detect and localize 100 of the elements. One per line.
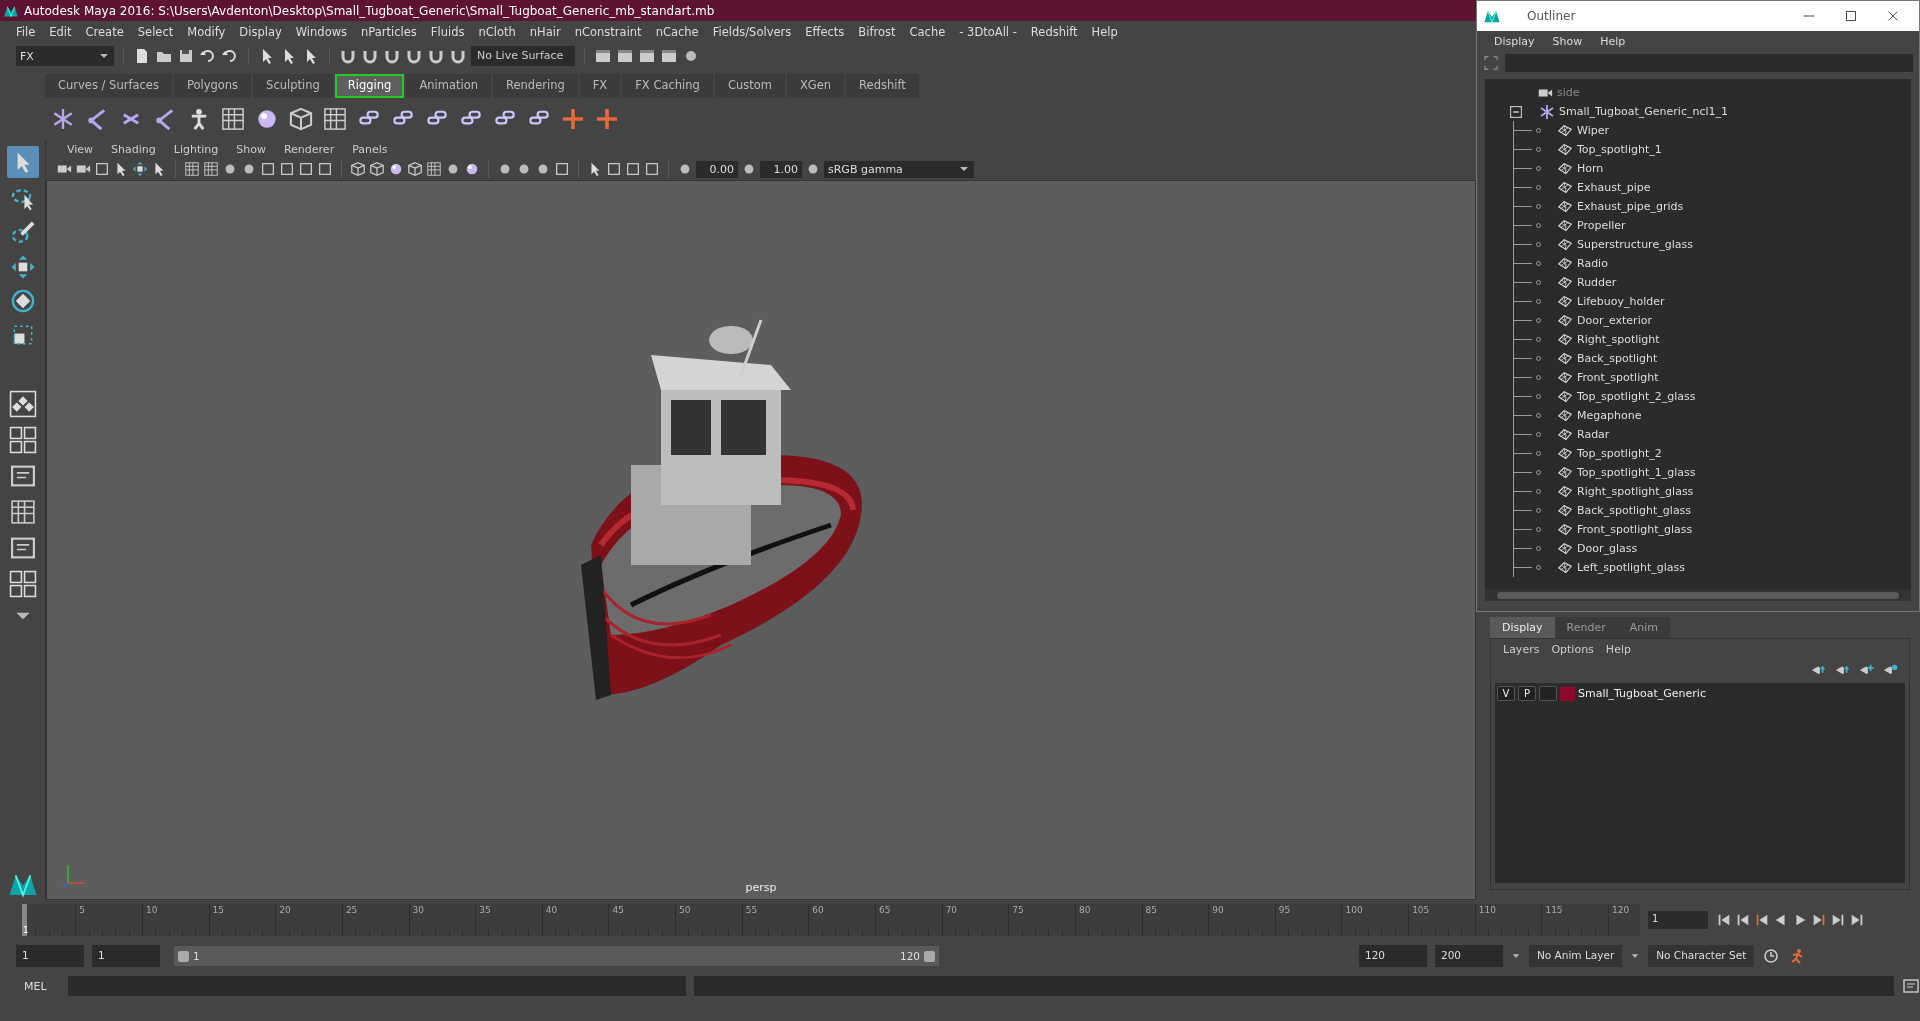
current-time-marker[interactable] — [22, 904, 27, 936]
menu-item[interactable]: Effects — [798, 24, 852, 39]
outliner-item[interactable]: Exhaust_pipe — [1577, 181, 1651, 194]
outliner-item[interactable]: Radio — [1577, 257, 1608, 270]
character-set-dropdown[interactable]: No Character Set — [1648, 945, 1755, 967]
menu-item[interactable]: Bifrost — [851, 24, 903, 39]
end-frame-field[interactable]: 200 — [1435, 945, 1503, 967]
square-toggle-icon[interactable] — [279, 161, 295, 177]
outliner-item[interactable]: Door_glass — [1577, 542, 1638, 555]
shelf-tab[interactable]: Animation — [406, 74, 491, 98]
outliner-item[interactable]: Rudder — [1577, 276, 1617, 289]
menu-set-dropdown[interactable]: FX — [16, 46, 114, 66]
filter-icon[interactable] — [1483, 55, 1499, 71]
menu-item[interactable]: Display — [232, 24, 289, 39]
search-field[interactable] — [1505, 54, 1913, 72]
shading-mode-icon[interactable] — [369, 161, 385, 177]
menu-item[interactable]: Show — [1543, 34, 1592, 48]
move-tool-icon[interactable] — [9, 254, 36, 280]
square-toggle-icon[interactable] — [298, 161, 314, 177]
editors-layout-icon[interactable] — [8, 570, 37, 598]
display-toggle-icon[interactable] — [554, 161, 570, 177]
shelf-tab[interactable]: XGen — [786, 74, 845, 98]
outliner-item[interactable]: Back_spotlight_glass — [1577, 504, 1692, 517]
live-surface-field[interactable]: No Live Surface — [471, 46, 575, 66]
menu-item[interactable]: Options — [1545, 642, 1600, 656]
outliner-item[interactable]: Small_Tugboat_Generic_ncl1_1 — [1559, 105, 1729, 118]
shading-mode-icon[interactable] — [426, 161, 442, 177]
menu-item[interactable]: nCloth — [471, 24, 523, 39]
lasso-tool-icon[interactable] — [9, 186, 36, 212]
outliner-item[interactable]: Right_spotlight — [1577, 333, 1660, 346]
editor-tab[interactable]: Anim — [1617, 617, 1670, 638]
panel-menu-item[interactable]: Show — [227, 142, 275, 156]
script-language-toggle[interactable]: MEL — [24, 979, 60, 993]
square-toggle-icon[interactable] — [260, 161, 276, 177]
grid-toggle-icon[interactable] — [184, 161, 200, 177]
outliner-item[interactable]: Door_exterior — [1577, 314, 1652, 327]
four-view-layout-icon[interactable] — [8, 426, 37, 454]
outliner-item[interactable]: Lifebuoy_holder — [1577, 295, 1665, 308]
panel-menu-item[interactable]: Shading — [102, 142, 165, 156]
wireframe-icon[interactable] — [625, 161, 641, 177]
playback-toggle[interactable]: P — [1518, 686, 1536, 701]
menu-item[interactable]: Create — [78, 24, 131, 39]
step-back-frame-icon[interactable] — [1754, 912, 1770, 928]
outliner-item[interactable]: Megaphone — [1577, 409, 1642, 422]
shelf-tab[interactable]: FX Caching — [622, 74, 713, 98]
step-forward-frame-icon[interactable] — [1811, 912, 1827, 928]
range-handle[interactable] — [178, 950, 189, 962]
menu-item[interactable]: Help — [1591, 34, 1635, 48]
outliner-item[interactable]: Horn — [1577, 162, 1604, 175]
shading-mode-icon[interactable] — [350, 161, 366, 177]
single-view-layout-icon[interactable] — [8, 390, 37, 418]
menu-item[interactable]: - 3DtoAll - — [952, 24, 1024, 39]
menu-item[interactable]: Modify — [180, 24, 233, 39]
menu-item[interactable]: Cache — [902, 24, 953, 39]
shelf-tab[interactable]: Redshift — [846, 74, 919, 98]
menu-item[interactable]: Fields/Solvers — [705, 24, 799, 39]
auto-key-icon[interactable] — [1762, 947, 1781, 965]
go-to-end-icon[interactable] — [1849, 912, 1865, 928]
shelf-tab[interactable]: Curves / Surfaces — [45, 74, 172, 98]
grid-toggle-icon[interactable] — [203, 161, 219, 177]
panel-menu-item[interactable]: Renderer — [274, 142, 344, 156]
save-icon[interactable] — [177, 47, 195, 65]
panel-menu-item[interactable]: Lighting — [164, 142, 228, 156]
exposure-field[interactable]: 0.00 — [696, 160, 738, 178]
outliner-item[interactable]: Superstructure_glass — [1577, 238, 1693, 251]
outliner-item[interactable]: Left_spotlight_glass — [1577, 561, 1686, 574]
square-toggle-icon[interactable] — [317, 161, 333, 177]
outliner-item[interactable]: side — [1557, 86, 1580, 99]
start-frame-field[interactable]: 1 — [16, 945, 84, 967]
outliner-item[interactable]: Top_spotlight_2 — [1577, 447, 1662, 460]
menu-item[interactable]: Fluids — [423, 24, 472, 39]
panel-menu-item[interactable]: View — [58, 142, 103, 156]
go-to-start-icon[interactable] — [1716, 912, 1732, 928]
outliner-item[interactable]: Right_spotlight_glass — [1577, 485, 1694, 498]
rotate-tool-icon[interactable] — [9, 288, 36, 314]
horizontal-scrollbar[interactable] — [1485, 589, 1911, 601]
collapse-icon[interactable] — [1509, 104, 1523, 119]
shading-mode-icon[interactable] — [407, 161, 423, 177]
menu-item[interactable]: Select — [130, 24, 181, 39]
script-editor-icon[interactable] — [1902, 977, 1920, 995]
shelf-tab[interactable]: Rendering — [493, 74, 578, 98]
menu-item[interactable]: Windows — [288, 24, 355, 39]
paint-select-icon[interactable] — [9, 220, 36, 246]
range-slider[interactable]: 1 120 — [174, 946, 939, 966]
menu-item[interactable]: nParticles — [354, 24, 424, 39]
menu-item[interactable]: nConstraint — [567, 24, 649, 39]
xray-icon[interactable] — [606, 161, 622, 177]
outliner-item[interactable]: Exhaust_pipe_grids — [1577, 200, 1684, 213]
graph-layout-icon[interactable] — [8, 498, 37, 526]
reference-toggle[interactable] — [1539, 686, 1557, 701]
maximize-icon[interactable] — [1843, 8, 1859, 24]
menu-item[interactable]: Layers — [1497, 642, 1546, 656]
color-space-dropdown[interactable]: sRGB gamma — [824, 160, 974, 178]
menu-item[interactable]: Help — [1084, 24, 1125, 39]
layer-name[interactable]: Small_Tugboat_Generic — [1578, 687, 1706, 700]
shelf-tab[interactable]: FX — [579, 74, 621, 98]
range-end-field[interactable]: 120 — [1359, 945, 1427, 967]
editor-tab[interactable]: Display — [1490, 617, 1555, 638]
outliner-item[interactable]: Propeller — [1577, 219, 1626, 232]
editor-tab[interactable]: Render — [1554, 617, 1618, 638]
